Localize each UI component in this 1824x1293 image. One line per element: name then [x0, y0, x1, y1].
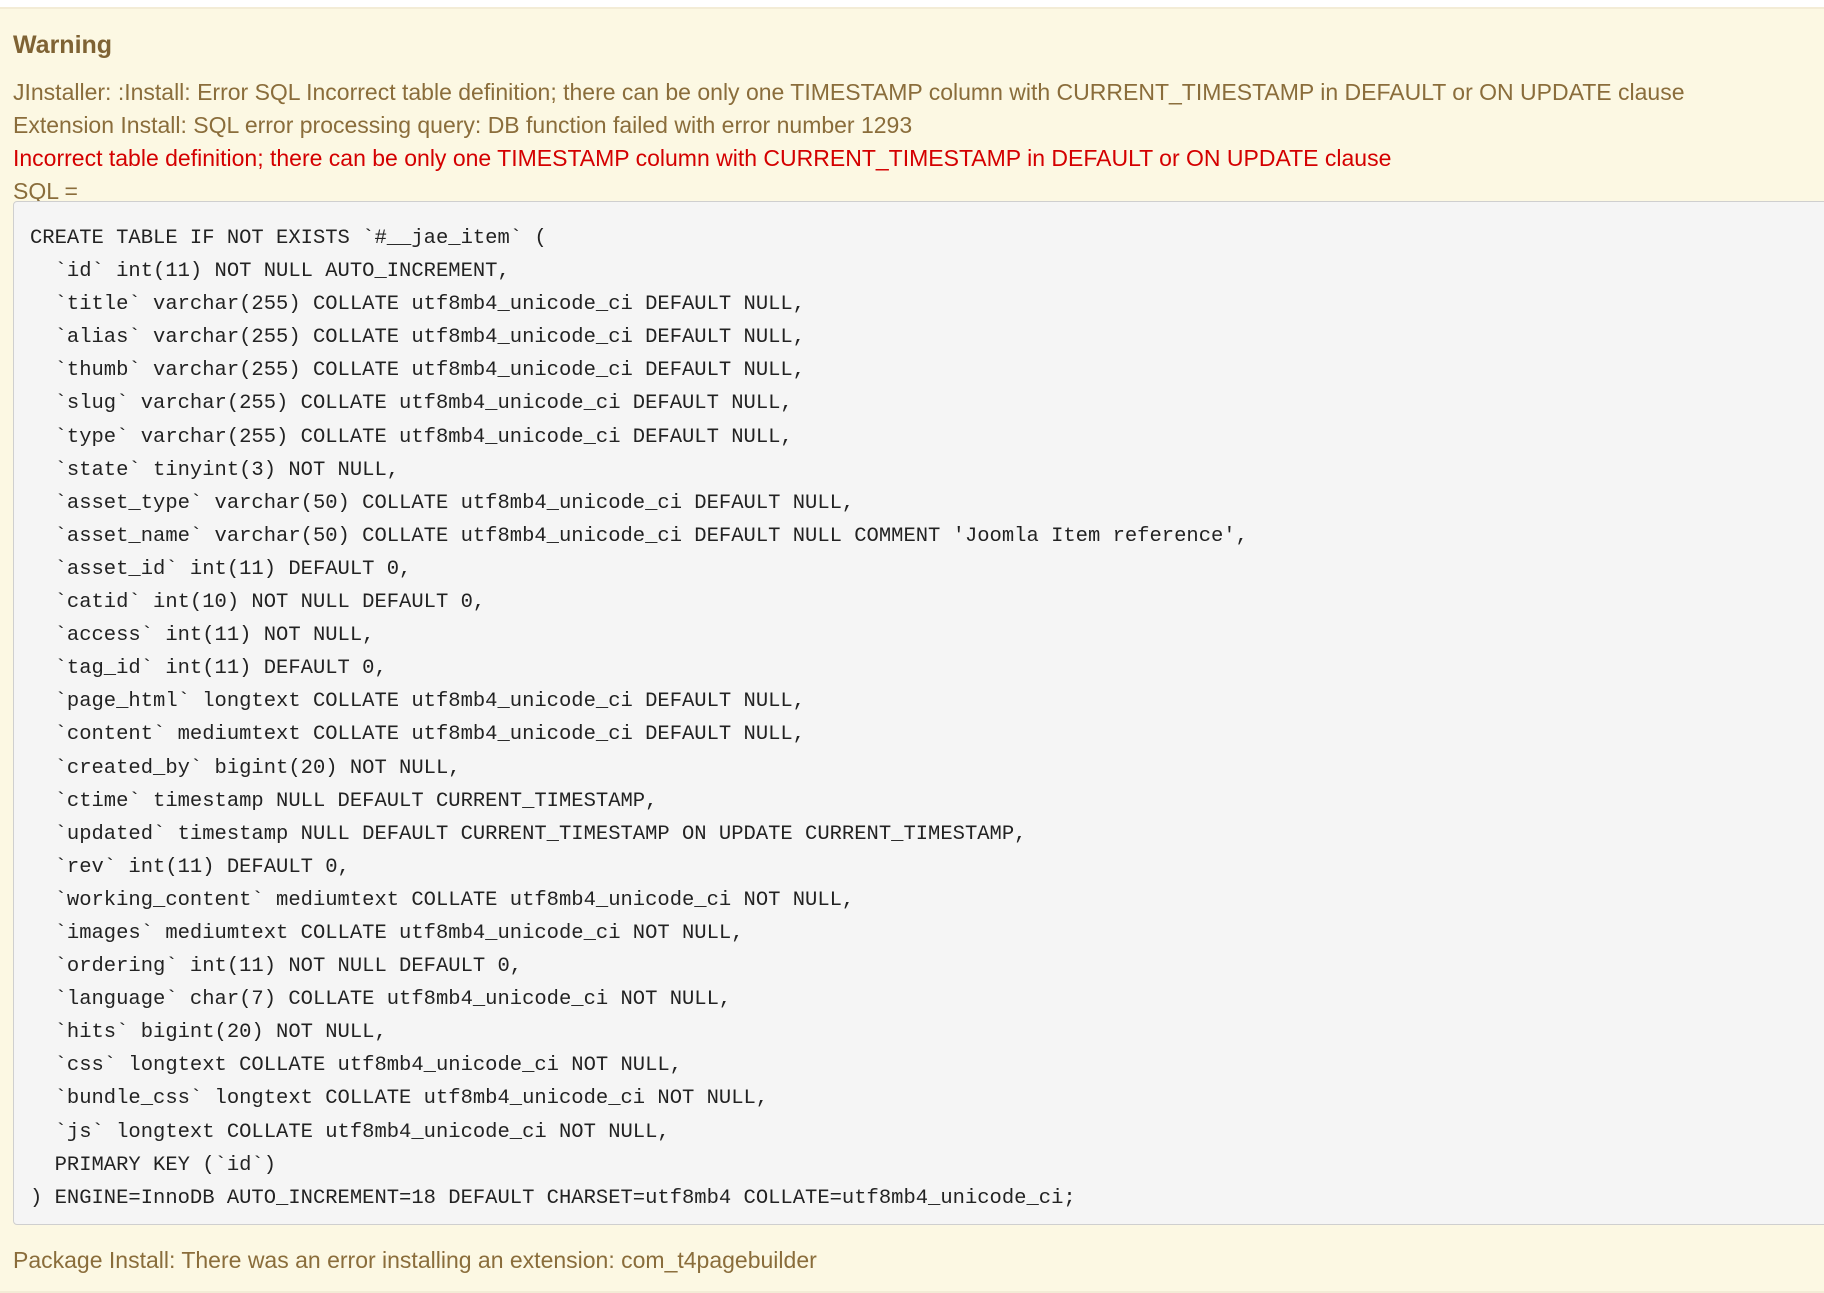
alert-heading: Warning: [13, 31, 113, 59]
sql-code-block: CREATE TABLE IF NOT EXISTS `#__jae_item`…: [13, 201, 1824, 1225]
extension-install-message: Extension Install: SQL error processing …: [13, 112, 913, 138]
package-install-message: Package Install: There was an error inst…: [13, 1247, 817, 1273]
installer-error-message: JInstaller: :Install: Error SQL Incorrec…: [13, 79, 1685, 105]
sql-error-message: Incorrect table definition; there can be…: [13, 145, 1392, 171]
warning-alert: Warning JInstaller: :Install: Error SQL …: [0, 7, 1824, 1293]
